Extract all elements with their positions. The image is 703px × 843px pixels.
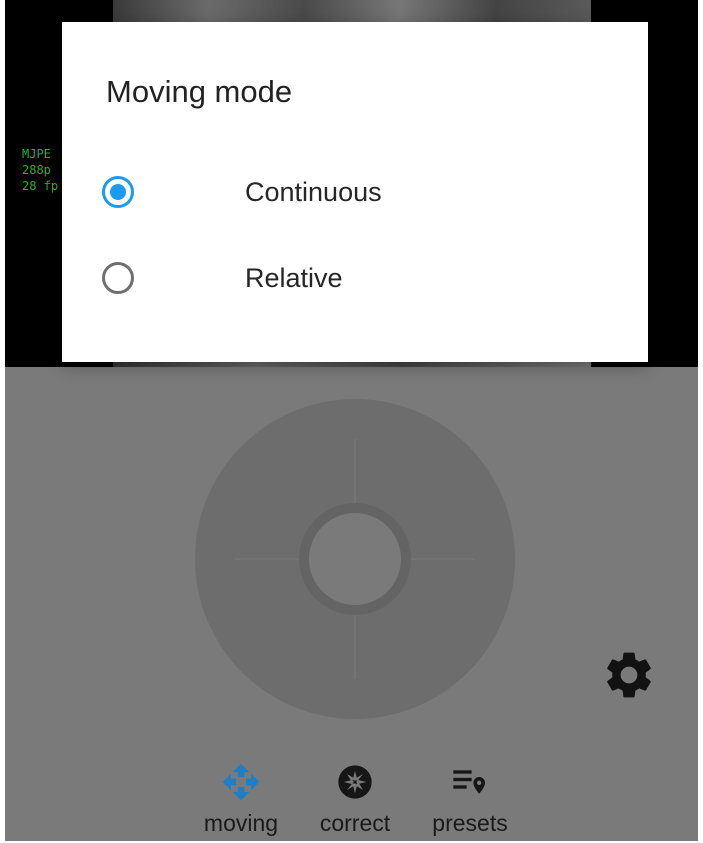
ptz-joystick[interactable] xyxy=(195,399,515,719)
stream-fps-text: 28 fp xyxy=(22,179,59,193)
list-pin-icon xyxy=(453,770,485,794)
option-continuous[interactable]: Continuous xyxy=(102,162,602,222)
option-label-relative: Relative xyxy=(245,262,343,293)
stream-format-text: MJPE xyxy=(22,147,51,161)
nav-item-moving[interactable]: moving xyxy=(191,762,291,837)
move-arrows-icon xyxy=(222,763,260,801)
nav-label-presets: presets xyxy=(432,810,508,836)
nav-item-correct[interactable]: correct xyxy=(305,762,405,837)
joystick-ring xyxy=(299,503,411,615)
option-relative[interactable]: Relative xyxy=(102,248,602,308)
radio-selected-icon[interactable] xyxy=(102,176,134,208)
ptz-controls-panel: moving correct presets xyxy=(5,367,698,843)
joystick-knob[interactable] xyxy=(309,513,401,605)
stream-info-overlay: MJPE 288p 28 fp xyxy=(22,146,58,194)
nav-item-presets[interactable]: presets xyxy=(420,762,520,837)
stream-resolution-text: 288p xyxy=(22,163,51,177)
option-label-continuous: Continuous xyxy=(245,176,382,207)
dialog-title: Moving mode xyxy=(106,74,293,109)
aperture-icon xyxy=(338,765,372,799)
video-image-top xyxy=(113,0,591,22)
moving-mode-dialog: Moving mode Continuous Relative xyxy=(62,22,648,362)
nav-label-correct: correct xyxy=(319,810,391,836)
gear-icon[interactable] xyxy=(601,647,657,703)
nav-label-moving: moving xyxy=(203,810,279,836)
radio-unselected-icon[interactable] xyxy=(102,262,134,294)
